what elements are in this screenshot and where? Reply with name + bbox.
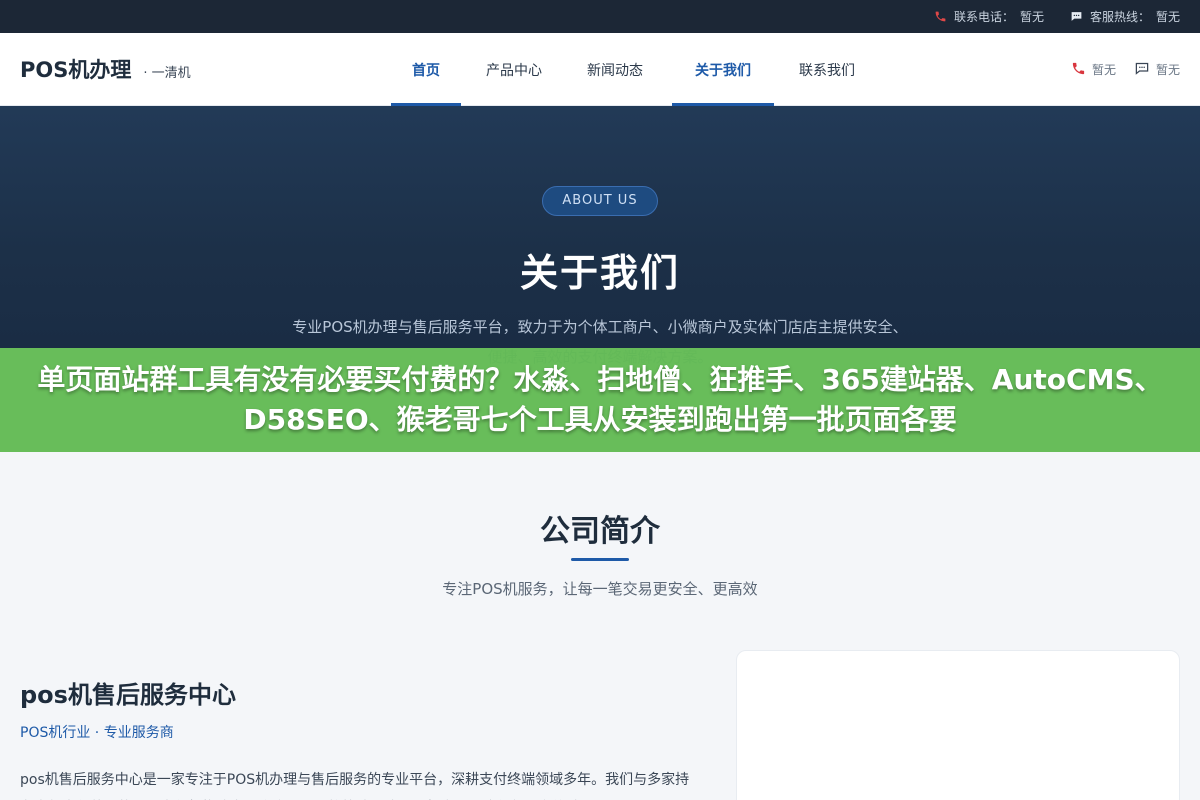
main-nav: 首页 产品中心 新闻动态 关于我们 联系我们 [391, 33, 867, 106]
topbar-phone-label: 联系电话： [953, 10, 1014, 24]
brand-subtitle: · 一清机 [143, 66, 191, 81]
topbar-phone: 联系电话： 暂无 [934, 8, 1044, 25]
topbar-service: 客服热线： 暂无 [1070, 8, 1180, 25]
nav-products[interactable]: 产品中心 [470, 33, 558, 106]
chat-icon [1134, 61, 1150, 79]
site-header: POS机办理 · 一清机 首页 产品中心 新闻动态 关于我们 联系我们 暂无 暂… [0, 33, 1200, 106]
section-subtitle: 专注POS机服务，让每一笔交易更安全、更高效 [442, 580, 758, 598]
topbar-phone-value: 暂无 [1019, 10, 1044, 24]
brand[interactable]: POS机办理 · 一清机 [20, 54, 350, 84]
header-chat[interactable]: 暂无 [1134, 61, 1180, 79]
company-image-card [736, 650, 1180, 800]
company-name: pos机售后服务中心 [20, 681, 236, 709]
company-intro: pos机售后服务中心 POS机行业 · 专业服务商 pos机售后服务中心是一家专… [20, 675, 700, 800]
phone-icon [1071, 61, 1086, 79]
about-hero: ABOUT US 关于我们 专业POS机办理与售后服务平台，致力于为个体工商户、… [0, 106, 1200, 366]
header-chat-value: 暂无 [1155, 63, 1180, 77]
banner-text: 单页面站群工具有没有必要买付费的？水淼、扫地僧、狂推手、365建站器、AutoC… [37, 363, 1163, 436]
header-phone-value: 暂无 [1091, 63, 1116, 77]
phone-icon [934, 10, 948, 24]
hero-title: 关于我们 [519, 251, 680, 295]
topbar-service-value: 暂无 [1155, 10, 1180, 24]
header-phone[interactable]: 暂无 [1071, 61, 1116, 79]
section-title: 公司简介 [540, 514, 660, 549]
top-utility-bar: 联系电话： 暂无 客服热线： 暂无 [0, 0, 1200, 33]
overlay-banner: 单页面站群工具有没有必要买付费的？水淼、扫地僧、狂推手、365建站器、AutoC… [0, 348, 1200, 452]
section-divider [571, 558, 629, 561]
brand-name: POS机办理 [20, 58, 132, 82]
nav-about[interactable]: 关于我们 [672, 33, 774, 106]
topbar-service-label: 客服热线： [1089, 10, 1150, 24]
about-us-pill: ABOUT US [542, 186, 658, 216]
nav-contact[interactable]: 联系我们 [787, 33, 867, 106]
company-tag: POS机行业 · 专业服务商 [20, 725, 174, 741]
nav-news[interactable]: 新闻动态 [571, 33, 659, 106]
header-contact: 暂无 暂无 [1071, 33, 1180, 106]
company-intro-text: pos机售后服务中心是一家专注于POS机办理与售后服务的专业平台，深耕支付终端领… [20, 772, 690, 788]
chat-icon [1070, 10, 1084, 24]
nav-home[interactable]: 首页 [391, 33, 461, 106]
